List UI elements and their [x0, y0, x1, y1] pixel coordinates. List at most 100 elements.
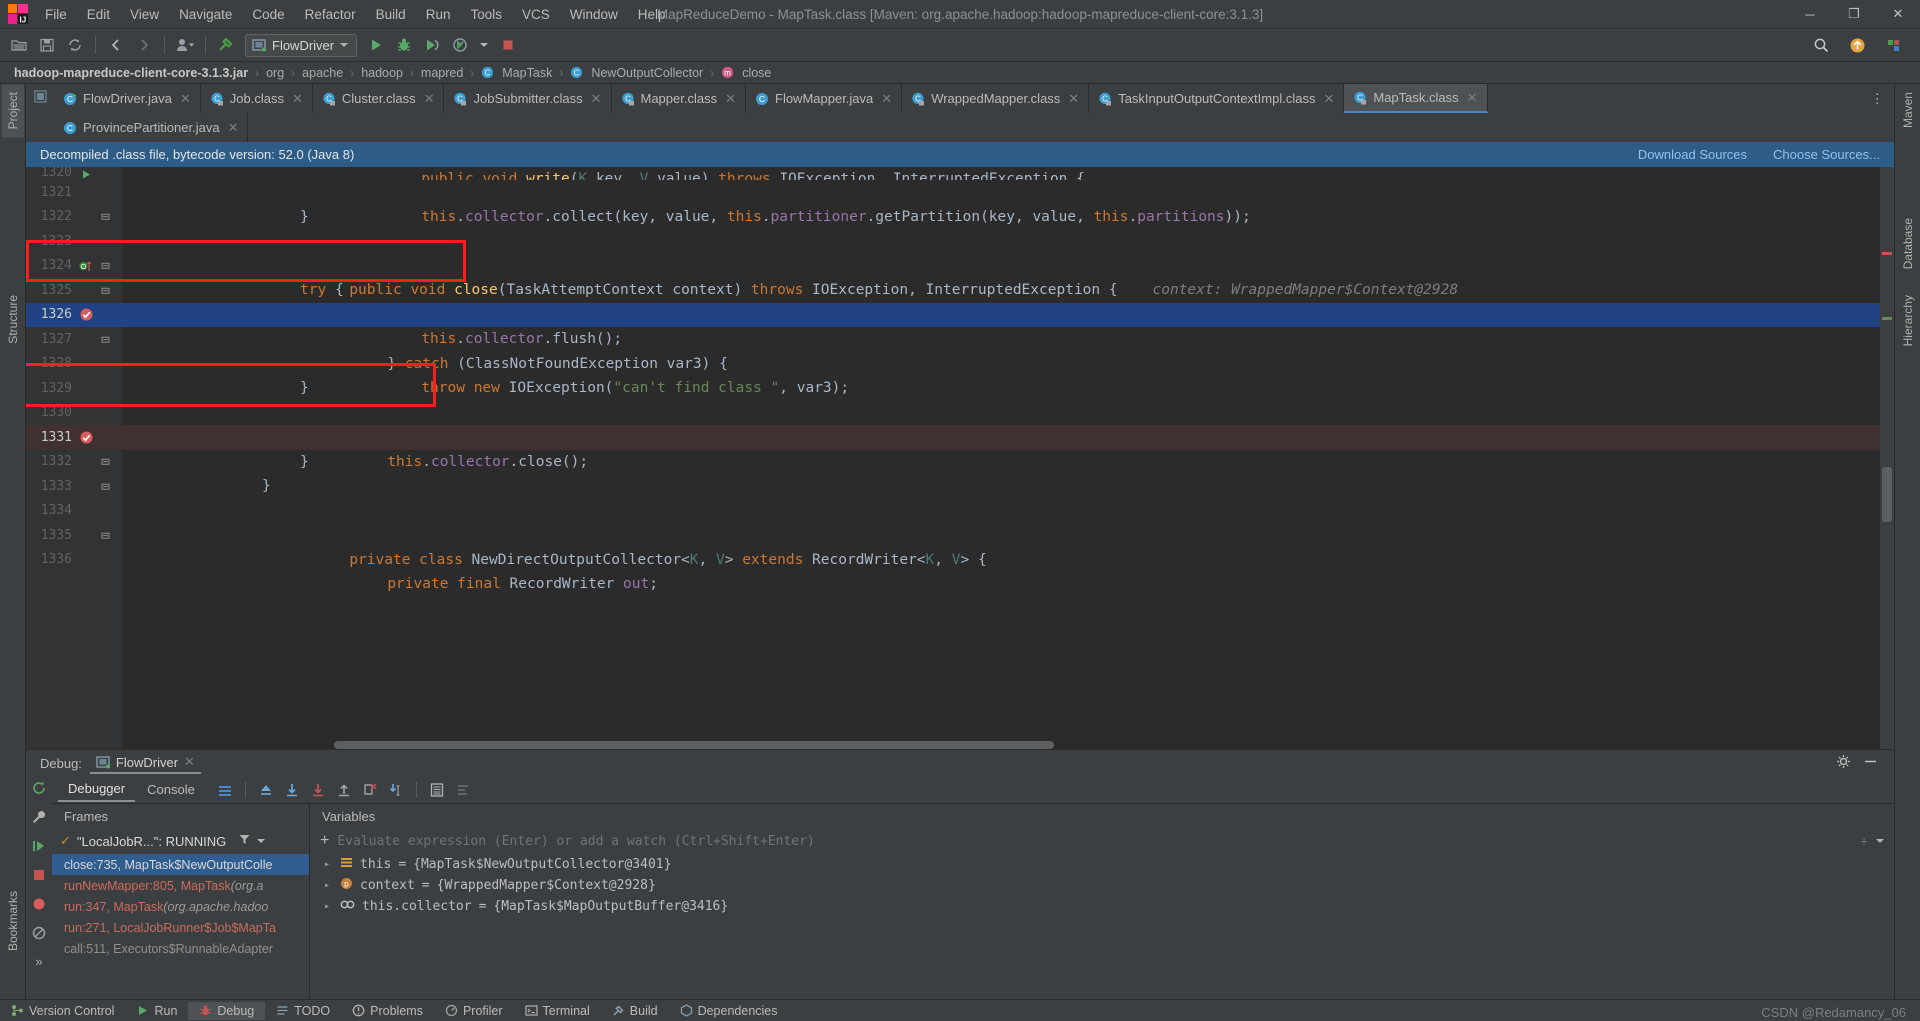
- expand-chevron-icon[interactable]: ▸: [324, 859, 333, 870]
- scrollbar-thumb[interactable]: [1882, 467, 1892, 522]
- gutter-line[interactable]: 1333: [26, 474, 122, 499]
- expand-chevron-icon[interactable]: ▸: [324, 880, 333, 891]
- breadcrumb-item-apache[interactable]: apache: [300, 66, 345, 80]
- gutter-line[interactable]: 1336: [26, 548, 122, 573]
- gutter-line[interactable]: 1328: [26, 352, 122, 377]
- tab-close-icon[interactable]: ✕: [180, 91, 191, 107]
- menu-run[interactable]: Run: [416, 4, 461, 25]
- breakpoint-verified-icon[interactable]: [76, 307, 96, 322]
- variable-row-context[interactable]: ▸ p context = {WrappedMapper$Context@292…: [310, 875, 1894, 896]
- show-execution-point-icon[interactable]: [254, 779, 278, 801]
- close-button[interactable]: ✕: [1876, 0, 1920, 29]
- fold-marker[interactable]: [96, 531, 114, 540]
- editor-marker-bar[interactable]: [1880, 167, 1894, 749]
- gutter-line[interactable]: 1325: [26, 278, 122, 303]
- rerun-icon[interactable]: [31, 780, 47, 799]
- tab-job-class[interactable]: C Job.class ✕: [201, 84, 313, 113]
- editor-tab-row-1[interactable]: C FlowDriver.java ✕ C Job.class ✕ C Clus…: [26, 84, 1894, 113]
- watch-expression-row[interactable]: + Evaluate expression (Enter) or add a w…: [310, 828, 1894, 854]
- code-line-1320[interactable]: public void write(K key, V value) throws…: [122, 167, 1880, 180]
- editor-tab-pin-icon[interactable]: [26, 84, 54, 109]
- debug-icon[interactable]: [391, 33, 417, 58]
- minimize-button[interactable]: ─: [1788, 0, 1832, 29]
- code-editor[interactable]: 1320 1321 1322 1323 1324 O 1325 1326 132…: [26, 167, 1894, 749]
- gutter-line[interactable]: 1323: [26, 229, 122, 254]
- editor-tab-row-2[interactable]: C ProvincePartitioner.java ✕: [26, 113, 1894, 142]
- gutter-line[interactable]: 1322: [26, 205, 122, 230]
- profiler-run-icon[interactable]: [447, 33, 473, 58]
- chevron-down-icon[interactable]: [340, 43, 349, 47]
- editor-horizontal-scrollbar[interactable]: [122, 741, 1880, 749]
- gutter-line-breakpoint-1331[interactable]: 1331: [26, 425, 122, 450]
- tab-close-icon[interactable]: ✕: [424, 91, 435, 107]
- tab-maptask-class[interactable]: C MapTask.class ✕: [1344, 84, 1488, 113]
- frame-row-run347[interactable]: run:347, MapTask (org.apache.hadoo: [52, 896, 309, 917]
- breakpoint-verified-icon[interactable]: [76, 430, 96, 445]
- gutter-line[interactable]: 1330: [26, 401, 122, 426]
- sidebar-item-project[interactable]: Project: [1, 84, 24, 138]
- back-arrow-icon[interactable]: [103, 33, 129, 58]
- menu-edit[interactable]: Edit: [77, 4, 120, 25]
- toolbar-right-group[interactable]: [1808, 33, 1914, 58]
- code-line-1327[interactable]: } catch (ClassNotFoundException var3) {: [122, 327, 1880, 372]
- gutter-line[interactable]: 1320: [26, 167, 122, 180]
- frames-thread-selector[interactable]: ✓ "LocalJobR...": RUNNING: [52, 828, 309, 854]
- overridden-method-gutter-icon[interactable]: O: [76, 259, 96, 273]
- breadcrumb-item-mapred[interactable]: mapred: [419, 66, 465, 80]
- run-icon[interactable]: [363, 33, 389, 58]
- run-configuration-selector[interactable]: FlowDriver: [245, 33, 358, 57]
- menu-build[interactable]: Build: [366, 4, 416, 25]
- tab-close-icon[interactable]: ✕: [292, 91, 303, 107]
- code-line-1336[interactable]: private final RecordWriter out;: [122, 548, 1880, 592]
- breadcrumb-item-close[interactable]: m close: [719, 66, 773, 80]
- frame-row-call511[interactable]: call:511, Executors$RunnableAdapter: [52, 938, 309, 959]
- code-line-1335[interactable]: private class NewDirectOutputCollector<K…: [122, 523, 1880, 568]
- watch-add-icon[interactable]: +: [1860, 834, 1868, 849]
- expand-chevron-icon[interactable]: ▸: [324, 901, 333, 912]
- sidebar-item-maven[interactable]: Maven: [1897, 84, 1919, 136]
- decompiled-notice-links[interactable]: Download Sources Choose Sources...: [1638, 147, 1880, 162]
- debug-header-right[interactable]: [1836, 754, 1888, 772]
- code-line-1330[interactable]: [122, 401, 1880, 426]
- chevron-down-icon[interactable]: [257, 839, 266, 843]
- main-menu[interactable]: File Edit View Navigate Code Refactor Bu…: [35, 4, 676, 25]
- error-stripe-mark[interactable]: [1882, 252, 1892, 255]
- choose-sources-link[interactable]: Choose Sources...: [1773, 147, 1880, 162]
- gutter-line[interactable]: 1332: [26, 450, 122, 475]
- breadcrumb[interactable]: hadoop-mapreduce-client-core-3.1.3.jar ›…: [0, 62, 1920, 84]
- menu-view[interactable]: View: [120, 4, 169, 25]
- stop-icon[interactable]: [31, 867, 47, 886]
- code-line-1322[interactable]: }: [122, 205, 1880, 230]
- bottom-item-run[interactable]: Run: [125, 1002, 188, 1020]
- step-out-icon[interactable]: [332, 779, 356, 801]
- code-line-1325[interactable]: try {: [122, 278, 1880, 303]
- bottom-item-terminal[interactable]: Terminal: [514, 1002, 601, 1020]
- breadcrumb-item-org[interactable]: org: [264, 66, 286, 80]
- tab-close-icon[interactable]: ✕: [228, 120, 239, 136]
- add-watch-icon[interactable]: +: [320, 832, 329, 850]
- debug-tool-window[interactable]: Debug: FlowDriver ✕ » Debugger Console F…: [26, 749, 1894, 999]
- gutter-line[interactable]: 1321: [26, 180, 122, 205]
- drop-frame-icon[interactable]: [358, 779, 382, 801]
- tab-jobsubmitter-class[interactable]: C JobSubmitter.class ✕: [444, 84, 612, 113]
- gutter-line-breakpoint-1326[interactable]: 1326: [26, 302, 122, 327]
- more-actions-icon[interactable]: »: [35, 954, 42, 969]
- debug-session-close-icon[interactable]: ✕: [184, 754, 195, 770]
- maximize-button[interactable]: ❐: [1832, 0, 1876, 29]
- fold-marker[interactable]: [96, 457, 114, 466]
- plugin-icon[interactable]: [1880, 33, 1906, 58]
- profiler-chevron-down-icon[interactable]: [480, 43, 489, 47]
- tab-close-icon[interactable]: ✕: [1467, 90, 1478, 106]
- breadcrumb-item-newoutputcollector[interactable]: C NewOutputCollector: [568, 66, 705, 80]
- sidebar-item-structure[interactable]: Structure: [2, 287, 24, 352]
- bottom-tool-window-bar[interactable]: Version Control Run Debug TODO Problems …: [0, 999, 1920, 1021]
- variable-row-this-collector[interactable]: ▸ this.collector = {MapTask$MapOutputBuf…: [310, 896, 1894, 917]
- tab-flowdriver-java[interactable]: C FlowDriver.java ✕: [54, 84, 201, 113]
- mute-breakpoints-icon[interactable]: [31, 925, 47, 944]
- search-icon[interactable]: [1808, 33, 1834, 58]
- sync-icon[interactable]: [62, 33, 88, 58]
- bottom-item-version-control[interactable]: Version Control: [0, 1002, 125, 1020]
- save-all-icon[interactable]: [34, 33, 60, 58]
- breadcrumb-item-maptask[interactable]: C MapTask: [479, 66, 554, 80]
- chevron-down-icon[interactable]: [1876, 839, 1884, 843]
